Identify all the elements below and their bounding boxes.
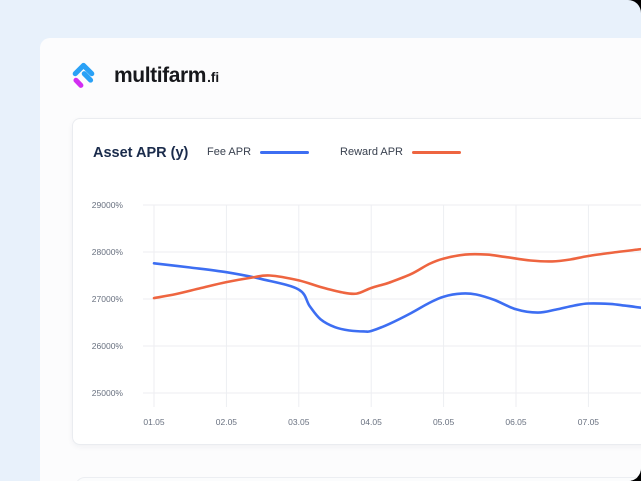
asset-apr-chart-card: Asset APR (y) Fee APR Reward APR 29000% 28… <box>72 118 641 445</box>
main-card: multifarm .fi Asset APR (y) Fee APR Rewar… <box>40 38 641 481</box>
secondary-card-top-edge <box>75 477 641 481</box>
y-tick-label: 28000% <box>91 247 123 257</box>
brand-wordmark: multifarm .fi <box>114 64 219 88</box>
brand-tld: .fi <box>207 70 220 85</box>
content-panel: multifarm .fi Asset APR (y) Fee APR Rewar… <box>0 0 641 481</box>
y-tick-label: 25000% <box>91 388 123 398</box>
fee-apr-line <box>152 262 641 333</box>
x-tick-label: 05.05 <box>432 417 455 427</box>
y-tick-label: 27000% <box>91 294 123 304</box>
brand-name: multifarm <box>114 64 207 87</box>
x-tick-label: 01.05 <box>143 417 165 427</box>
y-tick-label: 29000% <box>91 200 123 210</box>
brand-logo[interactable]: multifarm .fi <box>72 60 219 92</box>
x-tick-label: 03.05 <box>288 417 310 427</box>
apr-line-chart-plot <box>143 204 641 407</box>
x-tick-label: 02.05 <box>215 417 238 427</box>
x-tick-label: 04.05 <box>360 417 382 427</box>
x-tick-label: 07.05 <box>577 417 600 427</box>
multifarm-logo-icon <box>72 62 95 88</box>
x-tick-label: 06.05 <box>505 417 527 427</box>
y-tick-label: 26000% <box>91 341 123 351</box>
